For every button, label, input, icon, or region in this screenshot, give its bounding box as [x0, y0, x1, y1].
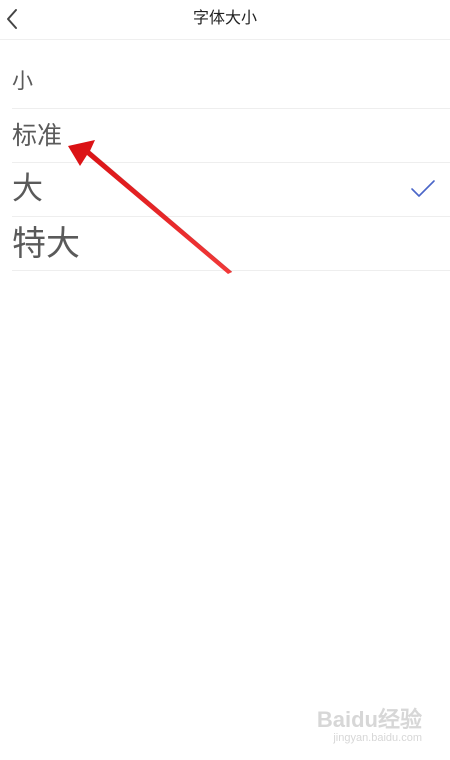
- option-large[interactable]: 大: [12, 163, 450, 217]
- option-label: 特大: [12, 224, 80, 264]
- option-label: 小: [12, 69, 33, 93]
- watermark: Baidu经验 jingyan.baidu.com: [316, 707, 422, 745]
- watermark-url: jingyan.baidu.com: [333, 732, 422, 744]
- page-title: 字体大小: [192, 8, 257, 27]
- option-extra-large[interactable]: 特大: [12, 217, 450, 271]
- option-small[interactable]: 小: [12, 55, 450, 109]
- option-standard[interactable]: 标准: [12, 109, 450, 163]
- watermark-logo: Baidu经验: [316, 707, 422, 732]
- option-label: 标准: [12, 121, 63, 150]
- option-label: 大: [12, 171, 43, 207]
- top-nav-bar: 字体大小: [0, 0, 450, 40]
- checkmark-icon: [411, 180, 435, 197]
- font-size-options: 小 标准 大 特大: [12, 55, 450, 271]
